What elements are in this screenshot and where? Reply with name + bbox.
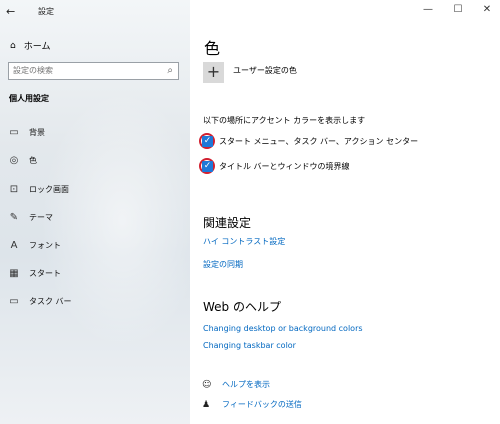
feedback-label: フィードバックの送信 [222, 400, 302, 409]
sidebar-item-background[interactable]: ▭ 背景 [8, 127, 45, 138]
get-help-link[interactable]: ☺ ヘルプを表示 [202, 379, 270, 390]
sidebar-item-start[interactable]: ▦ スタート [8, 268, 61, 279]
start-taskbar-checkbox[interactable]: ✓ [202, 136, 213, 147]
add-custom-color-button[interactable]: + [203, 62, 224, 83]
maximize-button[interactable]: ☐ [450, 4, 466, 15]
sync-settings-link[interactable]: 設定の同期 [203, 259, 243, 270]
sidebar-item-label: フォント [29, 241, 61, 250]
get-help-label: ヘルプを表示 [222, 380, 270, 389]
search-box[interactable]: ⌕ [8, 62, 179, 80]
custom-color-label[interactable]: ユーザー設定の色 [233, 65, 297, 76]
minimize-button[interactable]: — [420, 4, 436, 15]
help-link-background-colors[interactable]: Changing desktop or background colors [203, 324, 363, 333]
sidebar-item-fonts[interactable]: A フォント [8, 240, 61, 251]
sidebar-item-label: 色 [29, 156, 37, 165]
home-icon: ⌂ [10, 40, 16, 51]
back-icon[interactable]: ← [6, 5, 15, 18]
sidebar-item-themes[interactable]: ✎ テーマ [8, 212, 53, 223]
section-title: 個人用設定 [9, 94, 49, 103]
feedback-icon: ♟ [202, 399, 211, 410]
start-taskbar-checkbox-label[interactable]: スタート メニュー、タスク バー、アクション センター [219, 136, 418, 147]
web-help-heading: Web のヘルプ [203, 300, 281, 314]
main-panel [190, 0, 500, 424]
theme-icon: ✎ [9, 212, 19, 223]
picture-icon: ▭ [9, 127, 19, 138]
window-title: 設定 [38, 7, 54, 16]
taskbar-icon: ▭ [9, 296, 19, 307]
lock-screen-icon: ⊡ [9, 184, 19, 195]
help-link-taskbar-color[interactable]: Changing taskbar color [203, 341, 296, 350]
sidebar-item-colors[interactable]: ◎ 色 [8, 155, 37, 166]
sidebar-item-lock-screen[interactable]: ⊡ ロック画面 [8, 184, 69, 195]
start-icon: ▦ [9, 268, 19, 279]
chat-help-icon: ☺ [202, 379, 212, 390]
accent-heading: 以下の場所にアクセント カラーを表示します [203, 116, 366, 125]
home-label: ホーム [23, 42, 51, 52]
titlebar-checkbox-label[interactable]: タイトル バーとウィンドウの境界線 [219, 161, 350, 172]
sidebar-item-taskbar[interactable]: ▭ タスク バー [8, 296, 72, 307]
related-settings-heading: 関連設定 [203, 216, 252, 230]
titlebar-checkbox[interactable]: ✓ [202, 161, 213, 172]
search-icon[interactable]: ⌕ [167, 65, 173, 76]
page-title: 色 [204, 39, 221, 58]
sidebar-item-label: ロック画面 [29, 185, 69, 194]
high-contrast-link[interactable]: ハイ コントラスト設定 [203, 236, 285, 247]
sidebar-item-home[interactable]: ⌂ ホーム [10, 39, 51, 53]
palette-icon: ◎ [9, 155, 19, 166]
sidebar-item-label: 背景 [29, 128, 45, 137]
font-icon: A [10, 240, 18, 251]
search-input[interactable] [13, 66, 153, 75]
close-button[interactable]: ✕ [479, 4, 495, 15]
sidebar-item-label: タスク バー [29, 297, 72, 306]
sidebar-item-label: テーマ [29, 213, 53, 222]
sidebar-item-label: スタート [29, 269, 61, 278]
feedback-link[interactable]: ♟ フィードバックの送信 [202, 399, 302, 410]
